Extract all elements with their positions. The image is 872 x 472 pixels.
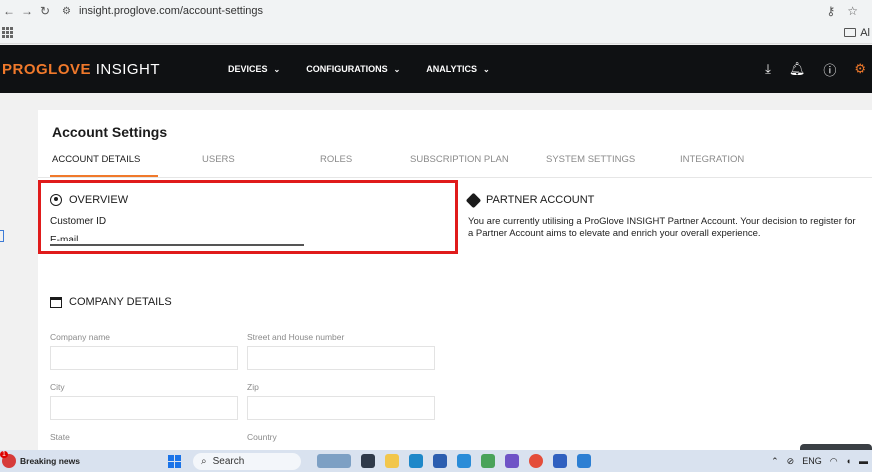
- store-app-icon[interactable]: [433, 454, 447, 468]
- zip-input[interactable]: [247, 396, 435, 420]
- highlight-box: [38, 180, 458, 254]
- country-label: Country: [247, 432, 277, 442]
- street-field: Street and House number: [247, 332, 435, 370]
- verified-badge-icon: [465, 192, 482, 208]
- browser-toolbar: ← → ↻ ⚙ insight.proglove.com/account-set…: [0, 0, 872, 22]
- news-badge: 1: [0, 451, 8, 458]
- network-off-icon[interactable]: ⊘: [787, 456, 795, 467]
- account-settings-card: Account Settings ACCOUNT DETAILS USERS R…: [38, 110, 872, 450]
- all-bookmarks[interactable]: Al: [844, 27, 872, 39]
- brand-product: INSIGHT: [95, 60, 161, 78]
- zip-label: Zip: [247, 382, 259, 392]
- brand-name: PROGLOVE: [2, 60, 92, 78]
- battery-icon[interactable]: ▬: [859, 456, 868, 466]
- url-text: insight.proglove.com/account-settings: [78, 5, 264, 17]
- app-icon-2[interactable]: [577, 454, 591, 468]
- settings-tabs: ACCOUNT DETAILS USERS ROLES SUBSCRIPTION…: [52, 154, 872, 178]
- partner-description: You are currently utilising a ProGlove I…: [468, 216, 856, 239]
- news-title: Breaking news: [20, 455, 80, 466]
- state-field: State: [50, 432, 238, 442]
- country-field: Country: [247, 432, 435, 442]
- language-indicator[interactable]: ENG: [802, 456, 822, 466]
- help-icon[interactable]: ⓘ: [823, 60, 836, 79]
- city-input[interactable]: [50, 396, 238, 420]
- gear-icon[interactable]: ⚙: [854, 61, 866, 77]
- menu-analytics[interactable]: ANALYTICS ⌄: [426, 64, 489, 74]
- os-taskbar: 1 Breaking news ⌕ Search ⌃ ⊘ ENG ◠ ◖ ▬: [0, 450, 872, 472]
- address-bar[interactable]: ⚙ insight.proglove.com/account-settings: [62, 2, 263, 20]
- partner-heading: PARTNER ACCOUNT: [486, 194, 595, 206]
- site-settings-icon[interactable]: ⚙: [62, 6, 71, 17]
- store-icon: [50, 296, 62, 308]
- side-handle[interactable]: [0, 230, 4, 242]
- bookmark-star-icon[interactable]: ☆: [847, 4, 858, 18]
- app-icon-1[interactable]: [553, 454, 567, 468]
- zip-field: Zip: [247, 382, 435, 420]
- chevron-down-icon: ⌄: [273, 64, 281, 74]
- company-name-label: Company name: [50, 332, 111, 342]
- menu-configurations[interactable]: CONFIGURATIONS ⌄: [306, 64, 400, 74]
- folder-icon: [844, 28, 857, 37]
- street-input[interactable]: [247, 346, 435, 370]
- chrome-icon[interactable]: [529, 454, 543, 468]
- partner-account-section: PARTNER ACCOUNT You are currently utilis…: [465, 192, 858, 240]
- taskbar-search[interactable]: ⌕ Search: [193, 452, 301, 470]
- tab-users[interactable]: USERS: [182, 154, 300, 178]
- file-explorer-icon[interactable]: [385, 454, 399, 468]
- forward-icon[interactable]: →: [18, 4, 36, 18]
- back-icon[interactable]: ←: [0, 4, 18, 18]
- brand-logo[interactable]: PROGLOVE INSIGHT: [0, 61, 160, 78]
- company-details-section: COMPANY DETAILS: [50, 296, 450, 308]
- chat-app-icon[interactable]: [481, 454, 495, 468]
- city-field: City: [50, 382, 238, 420]
- tab-integration[interactable]: INTEGRATION: [680, 154, 780, 178]
- wifi-icon[interactable]: ◠: [830, 456, 838, 467]
- page-title: Account Settings: [52, 124, 168, 140]
- all-bookmarks-label: Al: [860, 26, 870, 39]
- company-heading: COMPANY DETAILS: [69, 296, 172, 308]
- tab-roles[interactable]: ROLES: [300, 154, 410, 178]
- reload-icon[interactable]: ↻: [36, 4, 54, 18]
- task-view-icon[interactable]: [361, 454, 375, 468]
- company-name-field: Company name: [50, 332, 238, 370]
- teams-app-icon[interactable]: [505, 454, 519, 468]
- tab-system-settings[interactable]: SYSTEM SETTINGS: [546, 154, 680, 178]
- bookmarks-bar: Al: [0, 22, 872, 44]
- menu-devices[interactable]: DEVICES ⌄: [228, 64, 280, 74]
- download-icon[interactable]: ⤓: [765, 61, 771, 77]
- news-icon: 1: [0, 451, 16, 468]
- state-label: State: [50, 432, 70, 442]
- edge-browser-icon[interactable]: [409, 454, 423, 468]
- company-name-input[interactable]: [50, 346, 238, 370]
- bell-icon[interactable]: 🔔︎: [789, 61, 806, 77]
- taskbar-apps: [317, 454, 591, 468]
- menu-analytics-label: ANALYTICS: [426, 64, 477, 74]
- apps-grid-icon[interactable]: [2, 26, 14, 39]
- chevron-down-icon: ⌄: [393, 64, 401, 74]
- system-tray: ⌃ ⊘ ENG ◠ ◖ ▬: [771, 456, 872, 467]
- main-menu: DEVICES ⌄ CONFIGURATIONS ⌄ ANALYTICS ⌄: [228, 64, 490, 74]
- search-icon: ⌕: [201, 455, 207, 467]
- menu-devices-label: DEVICES: [228, 64, 268, 74]
- widgets-app-icon[interactable]: [317, 454, 351, 468]
- mail-app-icon[interactable]: [457, 454, 471, 468]
- tab-subscription-plan[interactable]: SUBSCRIPTION PLAN: [410, 154, 546, 178]
- city-label: City: [50, 382, 65, 392]
- password-key-icon[interactable]: ⚷: [826, 4, 835, 18]
- search-label: Search: [212, 455, 245, 467]
- app-header: PROGLOVE INSIGHT DEVICES ⌄ CONFIGURATION…: [0, 45, 872, 93]
- menu-configurations-label: CONFIGURATIONS: [306, 64, 388, 74]
- news-widget[interactable]: 1 Breaking news: [0, 451, 150, 468]
- chevron-up-icon[interactable]: ⌃: [771, 456, 779, 467]
- street-label: Street and House number: [247, 332, 345, 342]
- tabs-divider: [38, 177, 872, 178]
- chevron-down-icon: ⌄: [482, 64, 490, 74]
- volume-icon[interactable]: ◖: [846, 456, 851, 466]
- windows-start-icon[interactable]: [168, 454, 181, 468]
